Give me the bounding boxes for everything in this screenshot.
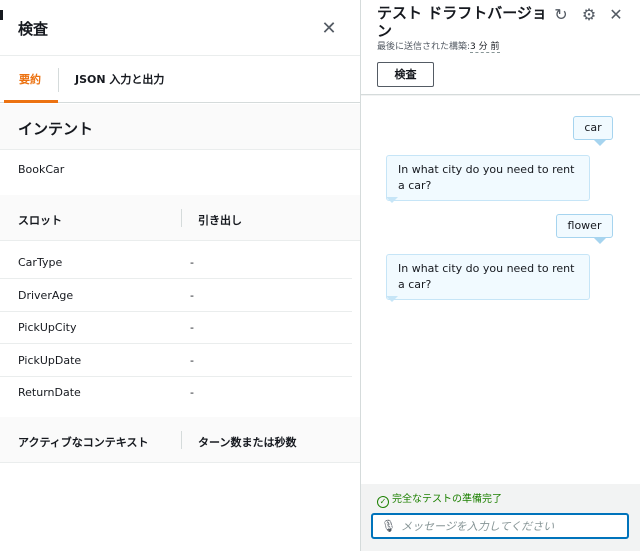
contexts-table-header: アクティブなコンテキスト ターン数または秒数 [0,417,360,463]
user-message: flower [556,214,613,238]
bubble-tail [594,238,606,244]
user-message: car [573,116,613,140]
microphone-icon[interactable]: 🎙 [381,519,396,533]
tab-summary[interactable]: 要約 [19,56,41,103]
table-row: PickUpCity - [0,311,352,344]
close-icon[interactable]: ✕ [607,6,625,24]
lex-test-window: 検査 ✕ 要約 JSON 入力と出力 インテント BookCar スロット 引き… [0,0,640,551]
tab-json-io[interactable]: JSON 入力と出力 [75,56,164,103]
intent-section-header: インテント [0,104,360,150]
bubble-tail [594,140,606,146]
last-build-time: 3 分 前 [470,42,500,53]
tab-active-indicator [4,100,58,103]
slot-value: - [190,256,194,269]
bubble-tail [386,296,398,302]
turns-column-header: ターン数または秒数 [198,436,297,449]
chat-footer: ✓ 完全なテストの準備完了 🎙 [361,484,640,551]
chat-transcript: car In what city do you need to rent a c… [361,96,640,484]
ready-status-text: 完全なテストの準備完了 [392,494,502,505]
value-column-header: 引き出し [198,214,242,227]
table-row: DriverAge - [0,279,352,312]
gear-icon[interactable]: ⚙ [580,6,598,24]
slot-name: PickUpDate [18,354,82,367]
intent-section-title: インテント [18,120,94,138]
slot-value: - [190,289,194,302]
test-panel: テスト ドラフトバージョン ↻ ⚙ ✕ 最後に送信された構築:3 分 前 検査 … [361,0,640,551]
column-separator [181,431,182,449]
slot-name: DriverAge [18,289,74,302]
test-header: テスト ドラフトバージョン ↻ ⚙ ✕ 最後に送信された構築:3 分 前 検査 [361,0,640,95]
bubble-tail [386,197,398,203]
last-build-label: 最後に送信された構築: [377,42,471,52]
inspect-title: 検査 [18,20,49,38]
context-column-header: アクティブなコンテキスト [18,436,149,449]
test-title: テスト ドラフトバージョン [377,4,547,40]
slot-value: - [190,386,194,399]
inspect-button[interactable]: 検査 [377,62,434,87]
refresh-icon[interactable]: ↻ [552,6,570,24]
slots-table-header: スロット 引き出し [0,195,360,241]
check-circle-icon: ✓ [377,496,389,508]
inspect-panel: 検査 ✕ 要約 JSON 入力と出力 インテント BookCar スロット 引き… [0,0,361,551]
inspect-tabs: 要約 JSON 入力と出力 [0,56,360,103]
close-icon[interactable]: ✕ [320,20,338,38]
inspect-header: 検査 ✕ [0,0,360,56]
slot-value: - [190,321,194,334]
intent-value: BookCar [18,163,65,176]
tab-divider [58,68,59,92]
table-row: PickUpDate - [0,344,352,377]
table-row: ReturnDate - [0,376,352,409]
table-row: CarType - [0,246,352,279]
bot-message: In what city do you need to rent a car? [386,155,590,201]
slot-value: - [190,354,194,367]
slot-column-header: スロット [18,214,62,227]
slot-name: CarType [18,256,63,269]
slot-name: ReturnDate [18,386,81,399]
ready-status: ✓ 完全なテストの準備完了 [377,490,502,508]
message-input-box[interactable]: 🎙 [371,513,629,539]
slot-name: PickUpCity [18,321,77,334]
bot-message: In what city do you need to rent a car? [386,254,590,300]
message-input[interactable] [401,518,621,534]
last-build-info: 最後に送信された構築:3 分 前 [377,39,500,53]
column-separator [181,209,182,227]
